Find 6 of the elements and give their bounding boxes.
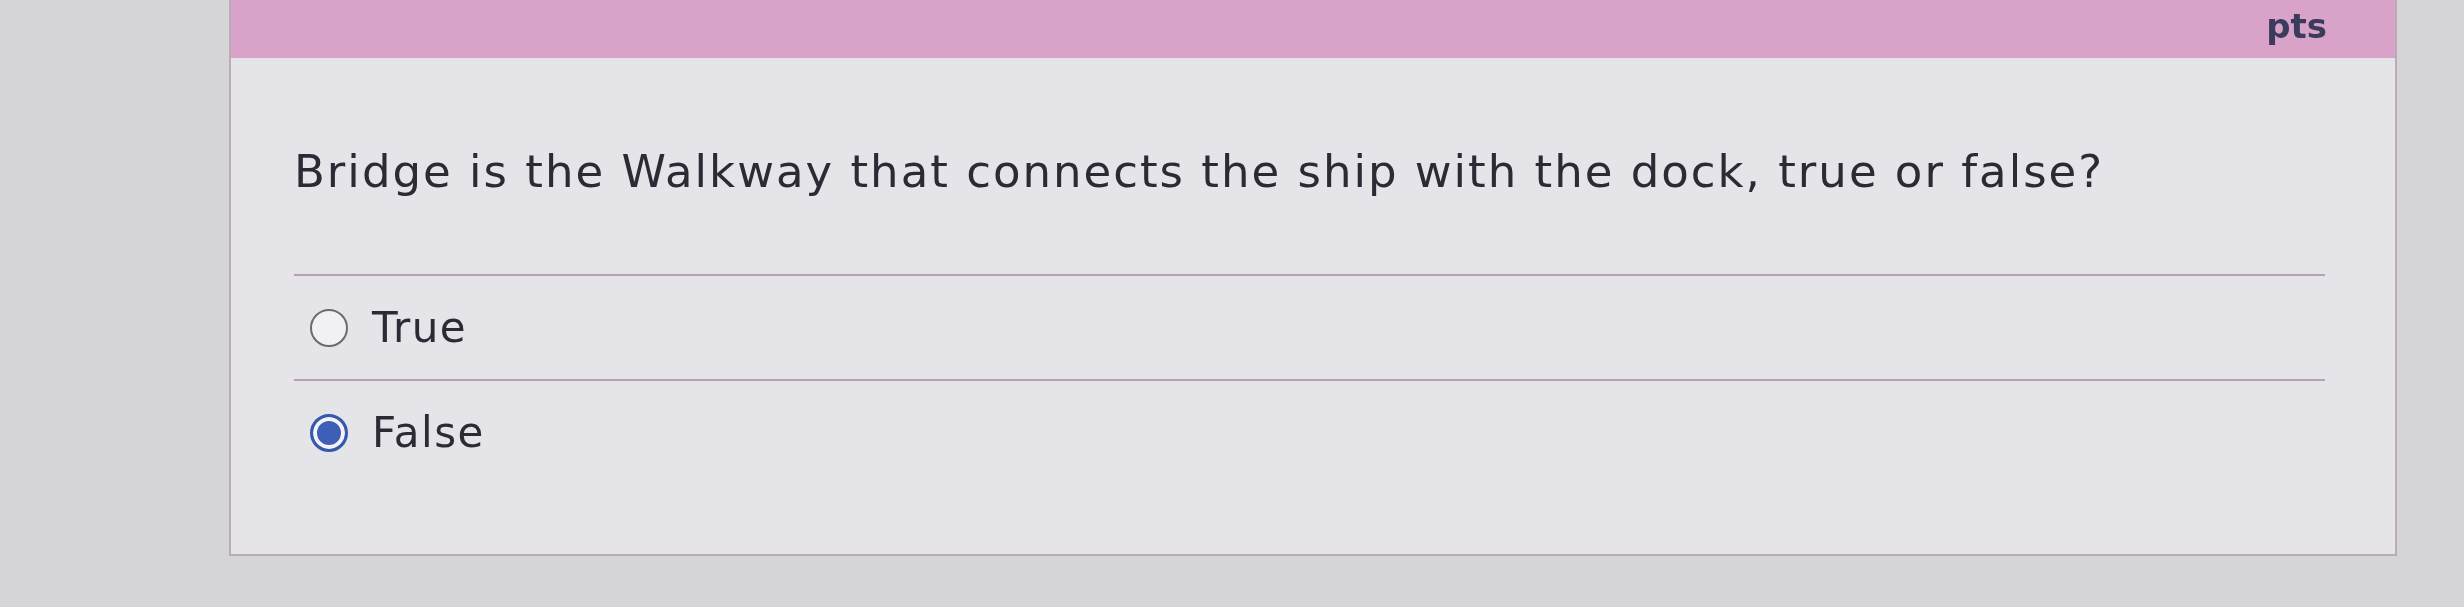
points-label: pts	[2266, 6, 2327, 46]
option-label[interactable]: False	[372, 407, 485, 458]
option-label[interactable]: True	[372, 302, 468, 353]
radio-button[interactable]	[310, 308, 348, 347]
question-text: Bridge is the Walkway that connects the ship with the dock, true or false?	[294, 144, 2105, 200]
radio-button[interactable]	[310, 413, 348, 452]
